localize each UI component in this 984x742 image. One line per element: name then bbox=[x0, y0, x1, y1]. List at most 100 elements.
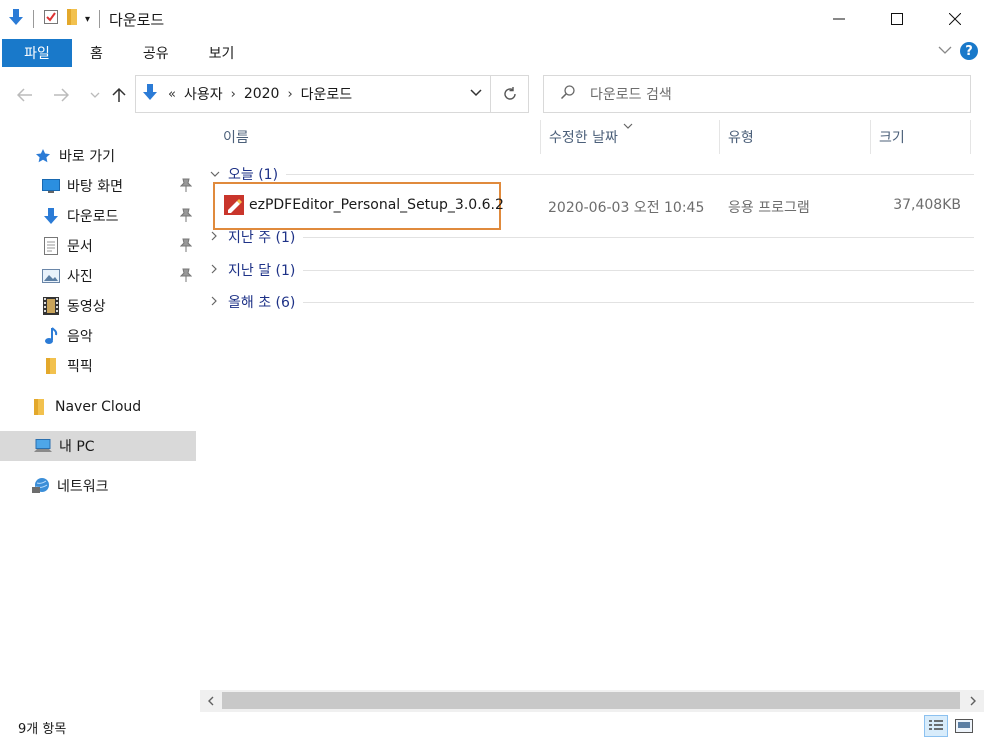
download-arrow-icon[interactable] bbox=[8, 8, 24, 30]
pin-icon[interactable] bbox=[179, 208, 193, 226]
toolbar-divider bbox=[99, 10, 101, 28]
nav-network[interactable]: 네트워크 bbox=[0, 471, 196, 501]
pin-icon[interactable] bbox=[179, 178, 193, 196]
nav-label: 사진 bbox=[67, 269, 93, 285]
nav-picpick[interactable]: 픽픽 bbox=[0, 351, 196, 381]
star-icon bbox=[34, 147, 52, 165]
tab-share[interactable]: 공유 bbox=[123, 39, 189, 67]
horizontal-scrollbar[interactable] bbox=[200, 690, 984, 712]
nav-music[interactable]: 음악 bbox=[0, 321, 196, 351]
scroll-right-icon[interactable] bbox=[962, 690, 984, 712]
document-icon bbox=[42, 237, 60, 255]
chevron-right-icon bbox=[210, 231, 224, 244]
file-size: 37,408KB bbox=[893, 197, 961, 213]
tab-file[interactable]: 파일 bbox=[2, 39, 72, 67]
column-header-date[interactable]: 수정한 날짜 bbox=[541, 120, 720, 154]
quick-access-toolbar: ▾ bbox=[0, 8, 103, 30]
nav-label: 네트워크 bbox=[57, 479, 109, 495]
chevron-right-icon[interactable]: › bbox=[287, 87, 292, 102]
nav-videos[interactable]: 동영상 bbox=[0, 291, 196, 321]
download-icon bbox=[142, 83, 158, 105]
column-header-name[interactable]: 이름 bbox=[215, 120, 541, 154]
refresh-icon bbox=[503, 87, 516, 100]
nav-label: 내 PC bbox=[59, 439, 95, 455]
computer-icon bbox=[34, 437, 52, 455]
forward-arrow-icon[interactable] bbox=[50, 84, 72, 106]
nav-label: 다운로드 bbox=[67, 209, 119, 225]
back-arrow-icon[interactable] bbox=[14, 84, 36, 106]
file-date: 2020-06-03 오전 10:45 bbox=[548, 200, 705, 216]
video-icon bbox=[42, 297, 60, 315]
chevron-right-icon bbox=[210, 264, 224, 277]
pin-icon[interactable] bbox=[179, 238, 193, 256]
pin-icon[interactable] bbox=[179, 268, 193, 286]
overflow-chevron-icon[interactable]: « bbox=[168, 87, 176, 102]
group-label: 올해 초 (6) bbox=[228, 295, 296, 311]
search-input[interactable]: 다운로드 검색 bbox=[590, 84, 672, 104]
nav-this-pc[interactable]: 내 PC bbox=[0, 431, 196, 461]
nav-label: 바로 가기 bbox=[59, 149, 115, 165]
music-icon bbox=[42, 327, 60, 345]
chevron-right-icon[interactable]: › bbox=[231, 87, 236, 102]
customize-toolbar-icon[interactable]: ▾ bbox=[85, 14, 90, 25]
details-view-button[interactable] bbox=[924, 715, 948, 737]
nav-pictures[interactable]: 사진 bbox=[0, 261, 196, 291]
item-count: 9개 항목 bbox=[18, 721, 67, 737]
refresh-button[interactable] bbox=[491, 75, 529, 113]
breadcrumb-2020[interactable]: 2020 bbox=[244, 86, 280, 102]
column-header-label: 수정한 날짜 bbox=[549, 130, 618, 146]
status-bar: 9개 항목 bbox=[0, 712, 984, 742]
address-bar[interactable]: « 사용자 › 2020 › 다운로드 bbox=[135, 75, 491, 113]
nav-naver-cloud[interactable]: Naver Cloud bbox=[0, 392, 196, 422]
column-header-size[interactable]: 크기 bbox=[871, 120, 971, 154]
nav-downloads[interactable]: 다운로드 bbox=[0, 201, 196, 231]
nav-label: 픽픽 bbox=[67, 359, 93, 375]
nav-quick-access[interactable]: 바로 가기 bbox=[0, 141, 196, 171]
scrollbar-thumb[interactable] bbox=[222, 692, 960, 709]
nav-label: 문서 bbox=[67, 239, 93, 255]
minimize-button[interactable] bbox=[810, 0, 868, 38]
nav-desktop[interactable]: 바탕 화면 bbox=[0, 171, 196, 201]
group-last-week[interactable]: 지난 주 (1) bbox=[210, 226, 974, 248]
picture-icon bbox=[42, 267, 60, 285]
chevron-down-icon bbox=[210, 168, 224, 181]
maximize-button[interactable] bbox=[868, 0, 926, 38]
view-switcher bbox=[924, 715, 976, 737]
up-arrow-icon[interactable] bbox=[108, 84, 130, 106]
search-box[interactable]: 다운로드 검색 bbox=[543, 75, 971, 113]
large-icons-view-button[interactable] bbox=[952, 715, 976, 737]
file-list: 이름 수정한 날짜 유형 크기 오늘 (1) ezPDFEditor_Perso… bbox=[200, 120, 984, 690]
file-type: 응용 프로그램 bbox=[728, 200, 810, 216]
title-bar: ▾ 다운로드 bbox=[0, 0, 984, 38]
help-icon[interactable]: ? bbox=[960, 42, 978, 60]
window-title: 다운로드 bbox=[109, 10, 165, 29]
expand-ribbon-icon[interactable] bbox=[938, 43, 952, 59]
close-button[interactable] bbox=[926, 0, 984, 38]
group-label: 지난 주 (1) bbox=[228, 230, 296, 246]
application-icon bbox=[224, 195, 244, 219]
properties-icon[interactable] bbox=[43, 9, 59, 29]
breadcrumb-users[interactable]: 사용자 bbox=[184, 84, 223, 104]
nav-documents[interactable]: 문서 bbox=[0, 231, 196, 261]
new-folder-icon[interactable] bbox=[65, 8, 79, 30]
group-last-month[interactable]: 지난 달 (1) bbox=[210, 259, 974, 281]
group-label: 오늘 (1) bbox=[228, 167, 279, 183]
toolbar-divider bbox=[33, 10, 34, 28]
tab-view[interactable]: 보기 bbox=[189, 39, 255, 67]
breadcrumb-downloads[interactable]: 다운로드 bbox=[301, 84, 353, 104]
details-view-icon bbox=[929, 720, 943, 730]
nav-label: 동영상 bbox=[67, 299, 106, 315]
folder-icon bbox=[30, 398, 48, 416]
recent-locations-chevron-icon[interactable] bbox=[84, 84, 106, 106]
group-label: 지난 달 (1) bbox=[228, 263, 296, 279]
file-row[interactable]: ezPDFEditor_Personal_Setup_3.0.6.2 2020-… bbox=[213, 182, 973, 230]
tab-home[interactable]: 홈 bbox=[72, 39, 123, 67]
scroll-left-icon[interactable] bbox=[200, 690, 222, 712]
file-name: ezPDFEditor_Personal_Setup_3.0.6.2 bbox=[249, 197, 504, 213]
nav-label: 음악 bbox=[67, 329, 93, 345]
nav-label: 바탕 화면 bbox=[67, 179, 123, 195]
group-earlier-this-year[interactable]: 올해 초 (6) bbox=[210, 291, 974, 313]
sort-chevron-icon bbox=[623, 118, 633, 134]
address-dropdown-icon[interactable] bbox=[470, 86, 482, 104]
column-header-type[interactable]: 유형 bbox=[720, 120, 871, 154]
